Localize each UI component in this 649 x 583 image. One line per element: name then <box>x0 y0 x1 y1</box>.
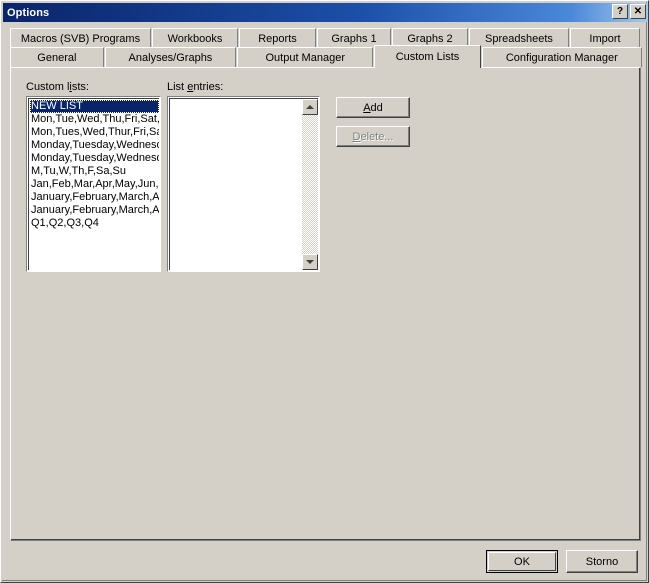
tab-strip: Macros (SVB) Programs Workbooks Reports Gra… <box>10 28 643 68</box>
tab-label: Graphs 2 <box>407 32 453 45</box>
tab-workbooks[interactable]: Workbooks <box>152 28 238 48</box>
tab-label: Graphs 1 <box>331 32 377 45</box>
tab-label: Analyses/Graphs <box>128 51 213 64</box>
list-entries-listbox-inner <box>169 98 318 270</box>
tab-label: Configuration Manager <box>505 51 618 64</box>
tab-row-bottom: General Analyses/Graphs Output Manager Cust… <box>10 45 643 68</box>
tab-label: Import <box>589 32 621 45</box>
tab-analyses-graphs[interactable]: Analyses/Graphs <box>104 47 237 67</box>
list-entries-listbox[interactable] <box>167 96 320 272</box>
tab-import[interactable]: Import <box>570 28 640 48</box>
ok-button[interactable]: OK <box>486 550 558 573</box>
list-entries-items <box>171 100 301 270</box>
tab-configuration-manager[interactable]: Configuration Manager <box>481 47 642 67</box>
add-button-label: Add <box>363 101 383 114</box>
tab-label: Custom Lists <box>395 51 460 63</box>
title-bar[interactable]: Options ? ✕ <box>3 3 648 22</box>
list-item[interactable]: January,February,March,April,May,June,Ju… <box>30 204 159 217</box>
tab-reports[interactable]: Reports <box>239 28 316 48</box>
tab-content-panel: Custom lists: NEW LIST Mon,Tue,Wed,Thu,Fr… <box>10 67 641 541</box>
tab-label: Spreadsheets <box>485 32 553 45</box>
cancel-button-label: Storno <box>585 555 619 568</box>
tab-label: Macros (SVB) Programs <box>20 32 141 45</box>
list-item[interactable]: Q1,Q2,Q3,Q4 <box>30 217 159 230</box>
custom-lists-listbox[interactable]: NEW LISTMon,Tue,Wed,Thu,Fri,Sat,SunMon,T… <box>26 96 161 272</box>
custom-lists-listbox-inner: NEW LISTMon,Tue,Wed,Thu,Fri,Sat,SunMon,T… <box>28 98 159 270</box>
custom-lists-items: NEW LISTMon,Tue,Wed,Thu,Fri,Sat,SunMon,T… <box>30 100 159 270</box>
list-item[interactable]: Mon,Tue,Wed,Thu,Fri,Sat,Sun <box>30 113 159 126</box>
custom-lists-label: Custom lists: <box>26 81 89 93</box>
arrow-down-glyph <box>306 260 314 264</box>
tab-label: Workbooks <box>167 32 223 45</box>
list-item[interactable]: Monday,Tuesday,Wednesday,Thursday,Friday… <box>30 139 159 152</box>
list-item[interactable]: M,Tu,W,Th,F,Sa,Su <box>30 165 159 178</box>
list-item[interactable]: Monday,Tuesday,Wednesday,Thursday,Friday… <box>30 152 159 165</box>
scroll-up-icon[interactable] <box>302 99 318 115</box>
tab-general[interactable]: General <box>10 47 104 67</box>
window-title: Options <box>7 6 50 19</box>
list-item[interactable]: Jan,Feb,Mar,Apr,May,Jun,Jul,Aug,Sep,Oct,… <box>30 178 159 191</box>
add-button[interactable]: Add <box>336 97 410 118</box>
arrow-up-glyph <box>306 105 314 109</box>
list-entries-scrollbar[interactable] <box>302 99 318 270</box>
tab-row-top: Macros (SVB) Programs Workbooks Reports Gra… <box>10 28 643 48</box>
list-item[interactable]: Mon,Tues,Wed,Thur,Fri,Sat,Sun <box>30 126 159 139</box>
delete-button-label: Delete... <box>352 130 394 143</box>
tab-label: General <box>37 51 77 64</box>
title-bar-buttons: ? ✕ <box>612 4 646 19</box>
options-dialog-window: Options ? ✕ Macros (SVB) Programs Workboo… <box>0 0 649 583</box>
help-icon[interactable]: ? <box>612 4 628 19</box>
list-item[interactable]: NEW LIST <box>30 100 159 113</box>
tab-label: Reports <box>258 32 297 45</box>
scroll-down-icon[interactable] <box>302 254 318 270</box>
list-item[interactable]: January,February,March,April,May,June,Ju… <box>30 191 159 204</box>
ok-button-label: OK <box>514 555 530 568</box>
tab-label: Output Manager <box>265 51 345 64</box>
tab-spreadsheets[interactable]: Spreadsheets <box>469 28 569 48</box>
tab-custom-lists[interactable]: Custom Lists <box>374 45 481 68</box>
tab-output-manager[interactable]: Output Manager <box>237 47 374 67</box>
delete-button[interactable]: Delete... <box>336 126 410 147</box>
cancel-button[interactable]: Storno <box>566 550 638 573</box>
list-entries-label: List entries: <box>167 81 224 93</box>
tab-macros-svb-programs[interactable]: Macros (SVB) Programs <box>10 28 151 48</box>
close-icon[interactable]: ✕ <box>630 4 646 19</box>
